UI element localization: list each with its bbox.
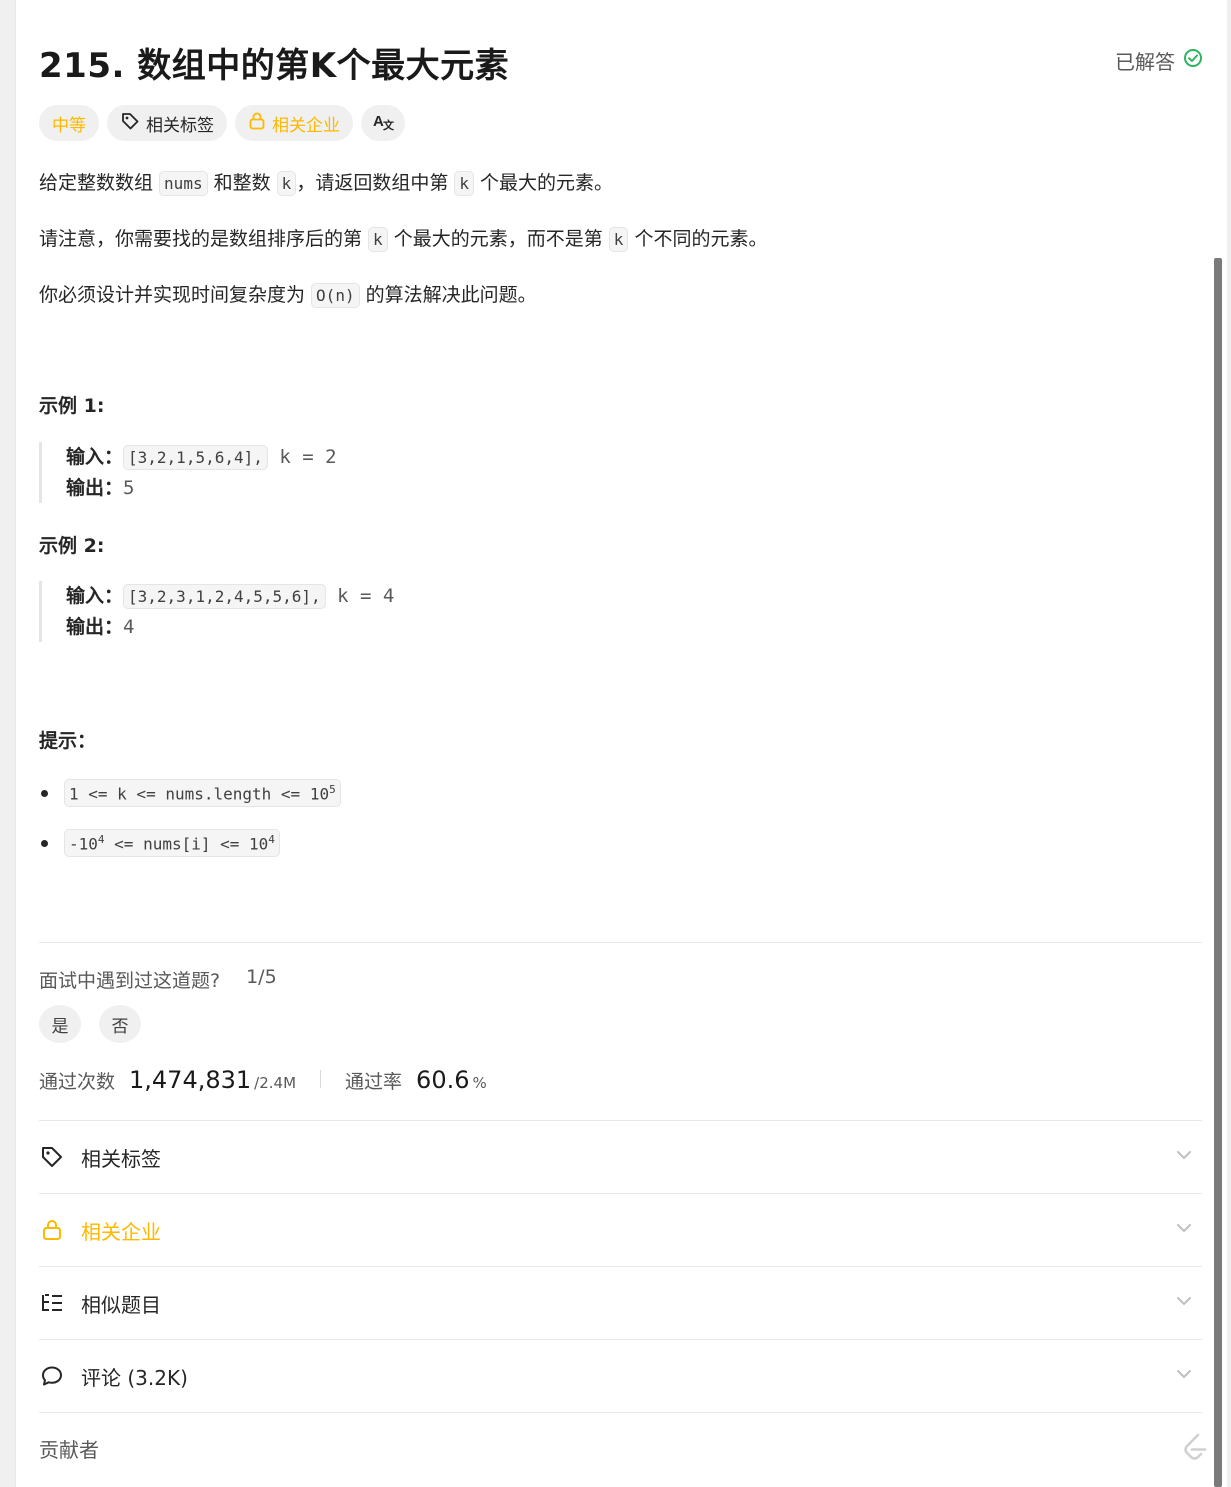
accepted-label: 通过次数 <box>39 1071 116 1093</box>
constraint-exponent: 5 <box>329 782 336 796</box>
no-button[interactable]: 否 <box>99 1005 141 1043</box>
constraint-text: <= nums[i] <= 10 <box>104 834 269 854</box>
comment-bubble-icon <box>39 1363 65 1389</box>
translate-button[interactable]: A文 <box>361 105 405 141</box>
submissions-count: /2.4M <box>254 1074 297 1092</box>
constraints-list: 1 <= k <= nums.length <= 105 -104 <= num… <box>39 778 341 878</box>
related-companies-label: 相关企业 <box>272 115 340 136</box>
lock-icon <box>248 111 266 136</box>
example-1-block: 输入： [3,2,1,5,6,4], k = 2 输出：5 <box>39 442 337 503</box>
output-label: 输出： <box>66 616 124 638</box>
solved-status: 已解答 <box>1115 46 1203 75</box>
yes-button[interactable]: 是 <box>39 1005 81 1043</box>
constraint-text: 1 <= k <= nums.length <= 10 <box>69 784 330 804</box>
related-companies-button[interactable]: 相关企业 <box>235 105 353 141</box>
example-2-block: 输入： [3,2,3,1,2,4,5,5,6], k = 4 输出：4 <box>39 581 394 642</box>
related-tags-label: 相关标签 <box>146 115 214 136</box>
stats-bar: 通过次数 1,474,831 /2.4M 通过率 60.6 % <box>39 1066 487 1094</box>
divider <box>39 1412 1202 1413</box>
desc-text: 和整数 <box>207 172 277 194</box>
inline-code: k <box>454 171 474 196</box>
input-label: 输入： <box>66 585 124 607</box>
svg-text:文: 文 <box>383 118 394 131</box>
constraint-code: -104 <= nums[i] <= 104 <box>64 828 280 858</box>
example-input-code: [3,2,3,1,2,4,5,5,6], <box>123 584 326 609</box>
output-label: 输出： <box>66 477 124 499</box>
bullet-dot <box>41 789 48 797</box>
desc-text: 个最大的元素。 <box>474 172 614 194</box>
desc-text: ，请返回数组中第 <box>296 172 455 194</box>
chevron-down-icon <box>1174 1218 1194 1243</box>
inline-code: k <box>276 171 297 196</box>
tag-bar: 中等 相关标签 相关企业 A文 <box>39 105 405 141</box>
chevron-down-icon <box>1174 1364 1194 1389</box>
leetcode-logo-icon <box>1181 1432 1209 1466</box>
constraint-code: 1 <= k <= nums.length <= 105 <box>64 778 341 808</box>
desc-text: 的算法解决此问题。 <box>359 284 537 306</box>
divider <box>39 942 1202 943</box>
section-related-companies[interactable]: 相关企业 <box>39 1194 1202 1266</box>
desc-text: 请注意，你需要找的是数组排序后的第 <box>39 228 369 250</box>
desc-text: 个不同的元素。 <box>628 228 768 250</box>
chevron-down-icon <box>1174 1291 1194 1316</box>
desc-text: 个最大的元素，而不是第 <box>387 228 609 250</box>
interview-question: 面试中遇到过这道题? 1/5 <box>39 966 277 993</box>
difficulty-badge[interactable]: 中等 <box>39 105 99 141</box>
example-input-code: [3,2,1,5,6,4], <box>123 445 268 470</box>
check-circle-icon <box>1183 48 1203 73</box>
acceptance-rate: 60.6 <box>416 1066 470 1094</box>
related-tags-button[interactable]: 相关标签 <box>107 105 227 141</box>
inline-code: k <box>608 227 629 252</box>
hints-title: 提示： <box>39 730 97 752</box>
tag-icon <box>39 1144 65 1170</box>
description-paragraph-1: 给定整数数组 nums 和整数 k ，请返回数组中第 k 个最大的元素。 <box>39 168 614 196</box>
interview-label: 面试中遇到过这道题? <box>39 970 221 992</box>
translate-icon: A文 <box>372 111 395 136</box>
inline-code: O(n) <box>311 283 360 308</box>
desc-text: 给定整数数组 <box>39 172 160 194</box>
inline-code: k <box>368 227 388 252</box>
chevron-down-icon <box>1174 1145 1194 1170</box>
example-input-rest: k = 2 <box>267 446 337 468</box>
list-tree-icon <box>39 1290 65 1316</box>
example-output: 4 <box>123 616 135 638</box>
accepted-count: 1,474,831 <box>129 1066 252 1094</box>
bullet-dot <box>41 839 48 847</box>
problem-title: 215. 数组中的第K个最大元素 <box>39 46 510 86</box>
description-paragraph-2: 请注意，你需要找的是数组排序后的第 k 个最大的元素，而不是第 k 个不同的元素… <box>39 224 768 252</box>
desc-text: 你必须设计并实现时间复杂度为 <box>39 284 312 306</box>
section-label: 评论 (3.2K) <box>81 1365 188 1390</box>
lock-icon <box>39 1217 65 1243</box>
scrollbar-thumb[interactable] <box>1214 258 1222 1487</box>
interview-ratio: 1/5 <box>246 966 277 988</box>
constraint-exponent: 4 <box>97 832 105 846</box>
section-related-tags[interactable]: 相关标签 <box>39 1121 1202 1193</box>
example-input-rest: k = 4 <box>325 585 395 607</box>
section-comments[interactable]: 评论 (3.2K) <box>39 1340 1202 1412</box>
list-item: -104 <= nums[i] <= 104 <box>39 828 341 858</box>
section-label: 相关企业 <box>81 1219 161 1244</box>
acceptance-rate-unit: % <box>472 1074 487 1092</box>
list-item: 1 <= k <= nums.length <= 105 <box>39 778 341 808</box>
constraint-exponent: 4 <box>268 832 275 846</box>
problem-panel: 215. 数组中的第K个最大元素 已解答 中等 相关标签 相关企业 A文 给定整… <box>15 0 1227 1487</box>
solved-label: 已解答 <box>1115 50 1175 74</box>
inline-code: nums <box>159 171 208 196</box>
example-1-title: 示例 1: <box>39 395 105 417</box>
tag-icon <box>120 111 140 136</box>
stats-separator <box>320 1070 322 1088</box>
example-output: 5 <box>123 477 135 499</box>
section-label: 相关标签 <box>81 1146 161 1171</box>
constraint-text: -10 <box>69 834 98 854</box>
acceptance-rate-label: 通过率 <box>345 1071 403 1093</box>
section-similar-problems[interactable]: 相似题目 <box>39 1267 1202 1339</box>
input-label: 输入： <box>66 446 124 468</box>
example-2-title: 示例 2: <box>39 535 105 557</box>
section-label: 相似题目 <box>81 1292 161 1317</box>
description-paragraph-3: 你必须设计并实现时间复杂度为 O(n) 的算法解决此问题。 <box>39 280 537 308</box>
contributors-label: 贡献者 <box>39 1438 99 1462</box>
